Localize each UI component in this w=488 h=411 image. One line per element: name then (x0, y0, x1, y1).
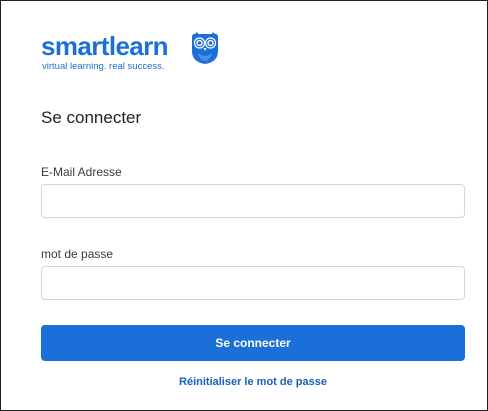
brand-name: smartlearn (41, 31, 169, 61)
login-button[interactable]: Se connecter (41, 325, 465, 361)
reset-password-link[interactable]: Réinitialiser le mot de passe (41, 375, 465, 389)
password-field[interactable] (41, 266, 465, 300)
password-label: mot de passe (41, 247, 114, 261)
login-panel: smartlearn virtual learning. real succes… (0, 0, 488, 411)
smartlearn-logo: smartlearn virtual learning. real succes… (41, 31, 221, 81)
email-label: E-Mail Adresse (41, 165, 122, 179)
owl-logo-icon (192, 32, 218, 64)
brand-tagline: virtual learning. real success. (42, 61, 165, 72)
page-title: Se connecter (41, 108, 142, 127)
email-field[interactable] (41, 184, 465, 218)
